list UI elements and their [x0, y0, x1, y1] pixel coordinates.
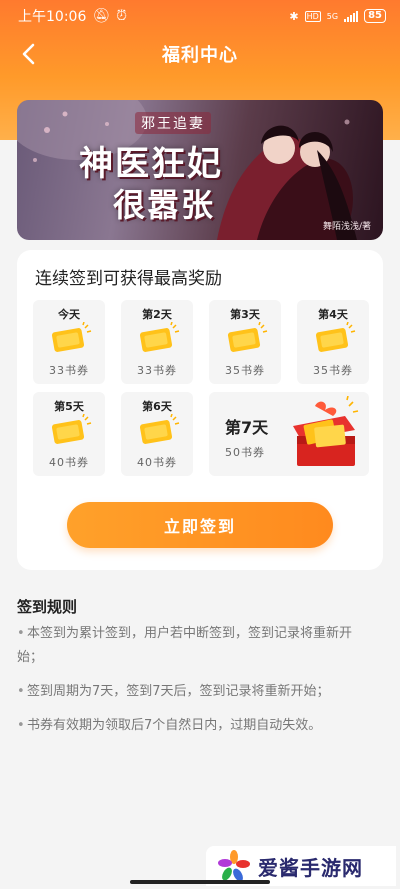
back-button[interactable] [14, 40, 42, 68]
signal-icon [344, 10, 359, 22]
gift-box-icon [285, 395, 365, 472]
ticket-icon [135, 321, 181, 358]
day-cell-5: 第5天 40书券 [33, 392, 105, 476]
day-cell-2: 第2天 33书券 [121, 300, 193, 384]
battery-level: 85 [368, 10, 382, 21]
signin-button[interactable]: 立即签到 [67, 502, 333, 548]
network-type: 5G [326, 11, 339, 21]
day-label: 第2天 [142, 308, 172, 321]
day-cell-6: 第6天 40书券 [121, 392, 193, 476]
day-label: 第5天 [54, 400, 84, 413]
nav-bar: 福利中心 [0, 34, 400, 74]
hd-icon: HD [304, 10, 321, 22]
day7-label: 第7天 [225, 418, 269, 437]
day-reward: 33书券 [137, 364, 177, 377]
rule-item-1: • 本签到为累计签到，用户若中断签到，签到记录将重新开始； [17, 622, 377, 670]
bullet-icon: • [17, 684, 25, 699]
day-reward: 35书券 [225, 364, 265, 377]
watermark-logo-icon [218, 850, 250, 882]
status-time: 上午10:06 [18, 9, 87, 25]
ticket-icon [47, 413, 93, 450]
book-banner[interactable]: 邪王追妻 神医狂妃 很嚣张 舞陌浅浅/著 [17, 100, 383, 240]
day-label: 第3天 [230, 308, 260, 321]
chevron-left-icon [22, 43, 35, 65]
day-cell-1: 今天 33书券 [33, 300, 105, 384]
battery-icon: 85 [364, 9, 386, 23]
day-label: 第6天 [142, 400, 172, 413]
page-title: 福利中心 [162, 45, 238, 66]
rule-text: 签到周期为7天，签到7天后，签到记录将重新开始； [27, 684, 330, 699]
signin-card: 连续签到可获得最高奖励 今天 33书券 第2天 33书券 第3天 35书券 第4… [17, 250, 383, 570]
bullet-icon: • [17, 718, 25, 733]
status-bar: 上午10:06 🔕︎ ⏰︎ ✱ HD 5G 85 [0, 0, 400, 32]
banner-title-line1: 神医狂妃 [79, 144, 223, 184]
day-cell-3: 第3天 35书券 [209, 300, 281, 384]
ticket-icon [311, 321, 357, 358]
banner-tag: 邪王追妻 [135, 112, 211, 134]
ticket-icon [135, 413, 181, 450]
signin-title: 连续签到可获得最高奖励 [35, 269, 222, 289]
rule-text: 本签到为累计签到，用户若中断签到，签到记录将重新开始； [17, 626, 353, 665]
bluetooth-icon: ✱ [289, 9, 299, 23]
day-cell-4: 第4天 35书券 [297, 300, 369, 384]
ticket-icon [223, 321, 269, 358]
rule-item-3: • 书券有效期为领取后7个自然日内，过期自动失效。 [17, 714, 377, 738]
rule-item-2: • 签到周期为7天，签到7天后，签到记录将重新开始； [17, 680, 377, 704]
day-reward: 33书券 [49, 364, 89, 377]
day7-reward: 50书券 [225, 446, 265, 459]
ticket-icon [47, 321, 93, 358]
day-cell-7: 第7天 50书券 [209, 392, 369, 476]
mute-icon: 🔕︎ [92, 8, 111, 24]
alarm-icon: ⏰︎ [116, 8, 128, 24]
home-indicator[interactable] [130, 880, 270, 884]
day-label: 今天 [58, 308, 80, 321]
rule-text: 书券有效期为领取后7个自然日内，过期自动失效。 [27, 718, 322, 733]
watermark-text: 爱酱手游网 [258, 855, 363, 880]
banner-author: 舞陌浅浅/著 [322, 222, 371, 232]
day-reward: 40书券 [137, 456, 177, 469]
rules-title: 签到规则 [17, 598, 78, 616]
day-reward: 40书券 [49, 456, 89, 469]
day-label: 第4天 [318, 308, 348, 321]
bullet-icon: • [17, 626, 25, 641]
banner-title-line2: 很嚣张 [113, 186, 216, 224]
day-reward: 35书券 [313, 364, 353, 377]
